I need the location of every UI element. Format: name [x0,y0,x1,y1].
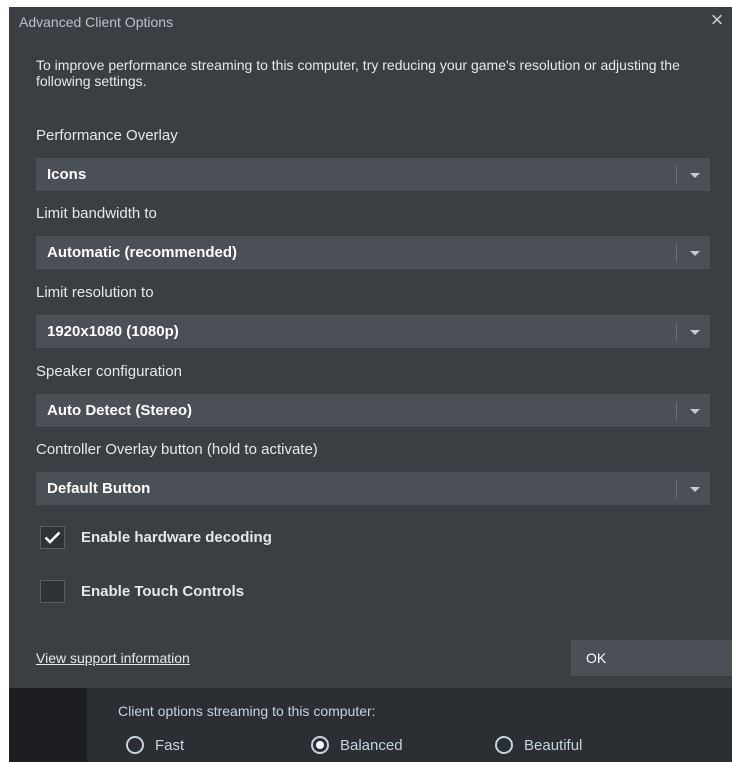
controller-overlay-dropdown[interactable]: Default Button [36,472,710,505]
chevron-down-icon[interactable] [690,487,700,492]
touch-controls-label: Enable Touch Controls [81,583,245,600]
touch-controls-checkbox[interactable] [40,580,65,603]
hardware-decoding-checkbox-row[interactable]: Enable hardware decoding [40,526,272,549]
dropdown-value: Default Button [47,480,151,497]
view-support-information-link[interactable]: View support information [36,650,190,666]
dropdown-value: Automatic (recommended) [47,244,238,261]
radio-label-fast: Fast [155,736,185,754]
performance-overlay-label: Performance Overlay [36,127,178,144]
ok-button[interactable]: OK [571,640,732,676]
hardware-decoding-checkbox[interactable] [40,526,65,549]
dropdown-divider [676,402,677,420]
dropdown-divider [676,323,677,341]
radio-circle-icon[interactable] [495,736,513,754]
radio-circle-icon[interactable] [126,736,144,754]
radio-label-balanced: Balanced [340,736,403,754]
touch-controls-checkbox-row[interactable]: Enable Touch Controls [40,580,244,603]
dialog-title: Advanced Client Options [19,14,174,30]
dropdown-divider [676,480,677,498]
hardware-decoding-label: Enable hardware decoding [81,529,272,546]
background-window: Client options streaming to this compute… [9,688,732,762]
background-sidebar-strip [9,688,87,762]
radio-selected-icon[interactable] [311,736,329,754]
chevron-down-icon[interactable] [690,173,700,178]
limit-resolution-label: Limit resolution to [36,284,154,301]
radio-balanced[interactable]: Balanced [311,736,403,754]
speaker-configuration-label: Speaker configuration [36,363,182,380]
client-options-title: Client options streaming to this compute… [118,703,376,719]
performance-overlay-dropdown[interactable]: Icons [36,158,710,191]
dropdown-value: Icons [47,166,87,183]
advanced-client-options-dialog: Advanced Client Options × To improve per… [9,7,732,688]
speaker-configuration-dropdown[interactable]: Auto Detect (Stereo) [36,394,710,427]
limit-bandwidth-dropdown[interactable]: Automatic (recommended) [36,236,710,269]
chevron-down-icon[interactable] [690,251,700,256]
controller-overlay-label: Controller Overlay button (hold to activ… [36,441,318,458]
checkmark-icon [44,531,61,544]
dropdown-divider [676,166,677,184]
title-bar: Advanced Client Options × [9,7,732,37]
limit-bandwidth-label: Limit bandwidth to [36,205,157,222]
dropdown-value: Auto Detect (Stereo) [47,402,193,419]
dropdown-value: 1920x1080 (1080p) [47,323,179,340]
dropdown-divider [676,244,677,262]
radio-beautiful[interactable]: Beautiful [495,736,582,754]
chevron-down-icon[interactable] [690,409,700,414]
close-icon[interactable]: × [706,9,728,32]
radio-fast[interactable]: Fast [126,736,184,754]
limit-resolution-dropdown[interactable]: 1920x1080 (1080p) [36,315,710,348]
intro-text: To improve performance streaming to this… [36,57,680,89]
radio-label-beautiful: Beautiful [524,736,583,754]
chevron-down-icon[interactable] [690,330,700,335]
ok-button-label: OK [586,650,607,666]
